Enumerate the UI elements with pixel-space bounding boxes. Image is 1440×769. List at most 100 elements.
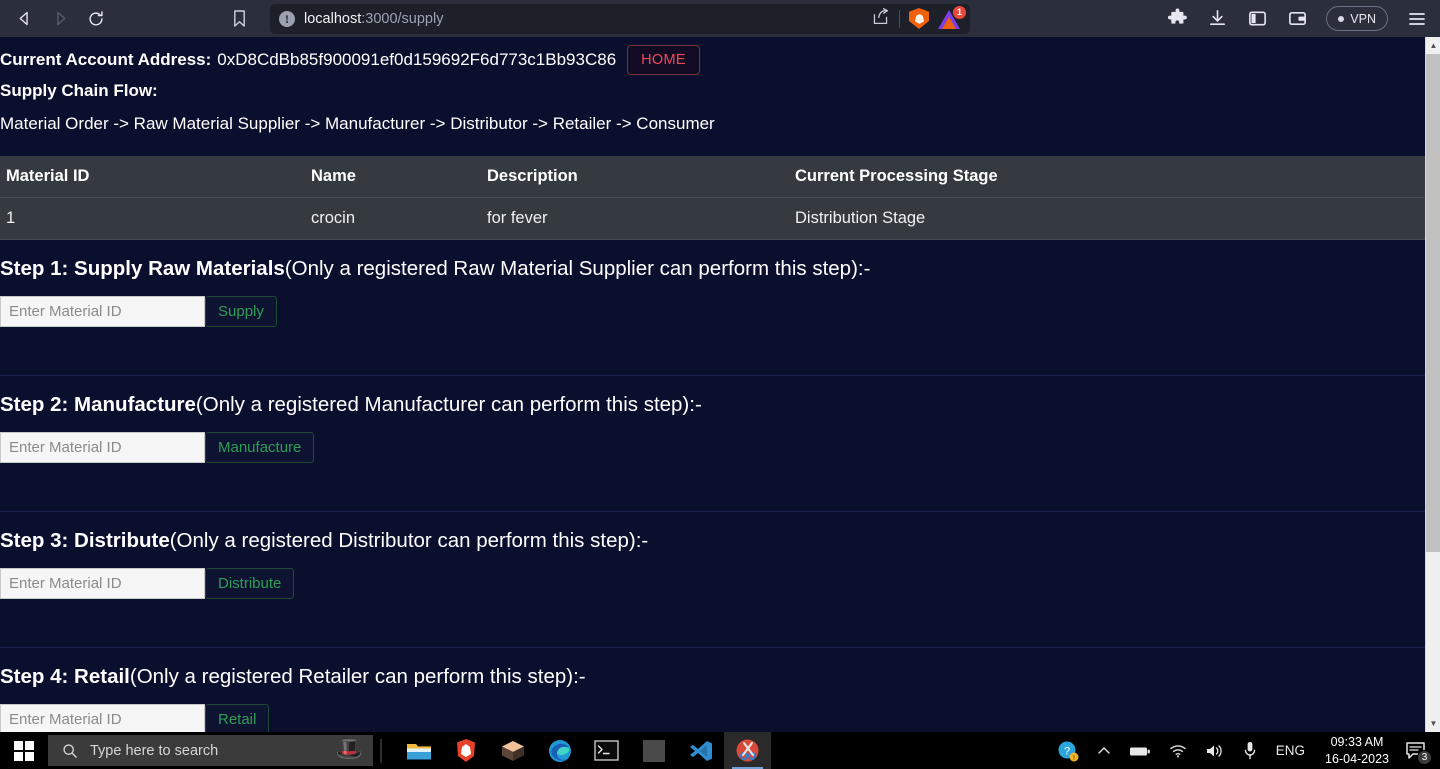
step-1-heading-rest: (Only a registered Raw Material Supplier… [284, 257, 871, 280]
brave-shield-icon[interactable] [909, 8, 929, 29]
3d-box-glyph [501, 740, 524, 761]
omnibox-area: ! localhost:3000/supply 1 [224, 3, 970, 34]
brave-browser-icon[interactable] [442, 732, 489, 769]
manufacture-button[interactable]: Manufacture [205, 431, 315, 463]
step-4-material-id-input[interactable] [0, 703, 205, 732]
help-warning-icon[interactable]: ? ! [1048, 732, 1088, 769]
web-page-viewport: Current Account Address: 0xD8CdBb85f9000… [0, 37, 1425, 732]
sublime-text-icon[interactable] [630, 732, 677, 769]
scroll-up-arrow-icon[interactable]: ▲ [1426, 37, 1440, 54]
info-circle-icon[interactable]: ! [279, 10, 295, 27]
step-3-heading-bold: Step 3: Distribute [0, 529, 170, 552]
distribute-button[interactable]: Distribute [205, 567, 295, 599]
microsoft-edge-icon[interactable] [536, 732, 583, 769]
scrollbar-thumb[interactable] [1426, 54, 1440, 552]
forward-arrow-icon [56, 11, 65, 26]
cell-description: for fever [481, 197, 789, 240]
vpn-toggle[interactable]: VPN [1326, 6, 1388, 31]
step-3-heading-rest: (Only a registered Distributor can perfo… [169, 529, 649, 552]
clock[interactable]: 09:33 AM 16-04-2023 [1315, 732, 1399, 769]
navigation-buttons [0, 4, 112, 34]
share-button[interactable] [871, 7, 890, 31]
battery-icon[interactable] [1120, 732, 1160, 769]
truffle-box-icon[interactable] [489, 732, 536, 769]
materials-table-head: Material ID Name Description Current Pro… [0, 156, 1425, 198]
column-header-stage: Current Processing Stage [789, 156, 1425, 198]
taskbar-search-box[interactable]: Type here to search 🎩 [48, 735, 373, 766]
search-placeholder-text: Type here to search [90, 742, 219, 759]
address-bar[interactable]: ! localhost:3000/supply 1 [270, 3, 970, 34]
account-address-label: Current Account Address: [0, 49, 212, 69]
brave-rewards-button[interactable]: 1 [938, 5, 966, 30]
back-button[interactable] [8, 4, 40, 34]
reload-button[interactable] [80, 4, 112, 34]
sidebar-icon [1248, 11, 1266, 26]
sidebar-button[interactable] [1246, 8, 1268, 30]
vpn-label: VPN [1350, 11, 1376, 26]
chevron-up-icon [1098, 746, 1110, 754]
retail-button[interactable]: Retail [205, 703, 270, 732]
column-header-description: Description [481, 156, 789, 198]
column-header-material-id: Material ID [0, 156, 305, 198]
action-center-icon[interactable]: 3 [1399, 732, 1436, 769]
vpn-status-dot [1338, 15, 1345, 22]
step-3-material-id-input[interactable] [0, 567, 205, 599]
account-bar: Current Account Address: 0xD8CdBb85f9000… [0, 37, 1425, 75]
step-2-material-id-input[interactable] [0, 431, 205, 463]
url-path: :3000/supply [361, 10, 444, 27]
rewards-badge-count: 1 [953, 5, 966, 19]
taskbar-separator [380, 738, 382, 763]
show-hidden-icons-chevron[interactable] [1088, 732, 1120, 769]
wifi-icon[interactable] [1160, 732, 1196, 769]
brave-lion-glyph [914, 13, 924, 24]
browser-toolbar: ! localhost:3000/supply 1 VPN [0, 0, 1440, 37]
svg-text:!: ! [1073, 755, 1075, 762]
page-scrollbar[interactable]: ▲ ▼ [1425, 37, 1440, 732]
input-language-indicator[interactable]: ENG [1266, 732, 1315, 769]
forward-button[interactable] [44, 4, 76, 34]
edge-glyph [548, 739, 571, 762]
step-2-heading: Step 2: Manufacture(Only a registered Ma… [0, 392, 1425, 418]
taskbar-app-icons [395, 732, 771, 769]
step-4-heading: Step 4: Retail(Only a registered Retaile… [0, 664, 1425, 690]
omnibox-divider [899, 9, 900, 28]
svg-text:?: ? [1064, 745, 1070, 757]
snipping-tool-icon[interactable] [724, 732, 771, 769]
sublime-glyph [642, 739, 665, 762]
step-2-section: Step 2: Manufacture(Only a registered Ma… [0, 376, 1425, 512]
extensions-button[interactable] [1166, 8, 1188, 30]
search-icon [63, 743, 77, 758]
scroll-down-arrow-icon[interactable]: ▼ [1426, 715, 1440, 732]
table-header-row: Material ID Name Description Current Pro… [0, 156, 1425, 198]
start-button[interactable] [0, 732, 48, 769]
step-1-controls: Supply [0, 295, 1425, 327]
wallet-icon [1288, 11, 1306, 26]
file-explorer-icon[interactable] [395, 732, 442, 769]
vscode-glyph [689, 740, 712, 761]
command-prompt-icon[interactable] [583, 732, 630, 769]
table-row[interactable]: 1 crocin for fever Distribution Stage [0, 197, 1425, 240]
cell-name: crocin [305, 197, 481, 240]
speaker-icon[interactable] [1196, 732, 1234, 769]
browser-menu-button[interactable] [1406, 8, 1428, 30]
wallet-button[interactable] [1286, 8, 1308, 30]
step-4-controls: Retail [0, 703, 1425, 732]
volume-glyph [1206, 744, 1222, 757]
microphone-icon[interactable] [1234, 732, 1266, 769]
omnibox-actions: 1 [859, 5, 966, 31]
home-button[interactable]: HOME [627, 44, 700, 75]
brave-lion-icon [456, 739, 475, 762]
bookmark-button[interactable] [224, 4, 254, 34]
notification-badge-count: 3 [1417, 750, 1432, 765]
bookmark-icon [233, 10, 245, 27]
cell-stage: Distribution Stage [789, 197, 1425, 240]
step-2-heading-rest: (Only a registered Manufacturer can perf… [195, 393, 702, 416]
supply-button[interactable]: Supply [205, 295, 277, 327]
help-circle-glyph: ? ! [1058, 741, 1079, 762]
step-1-heading: Step 1: Supply Raw Materials(Only a regi… [0, 256, 1425, 282]
vs-code-icon[interactable] [677, 732, 724, 769]
reload-icon [89, 10, 103, 25]
downloads-button[interactable] [1206, 8, 1228, 30]
scissors-glyph [736, 739, 759, 762]
step-1-material-id-input[interactable] [0, 295, 205, 327]
